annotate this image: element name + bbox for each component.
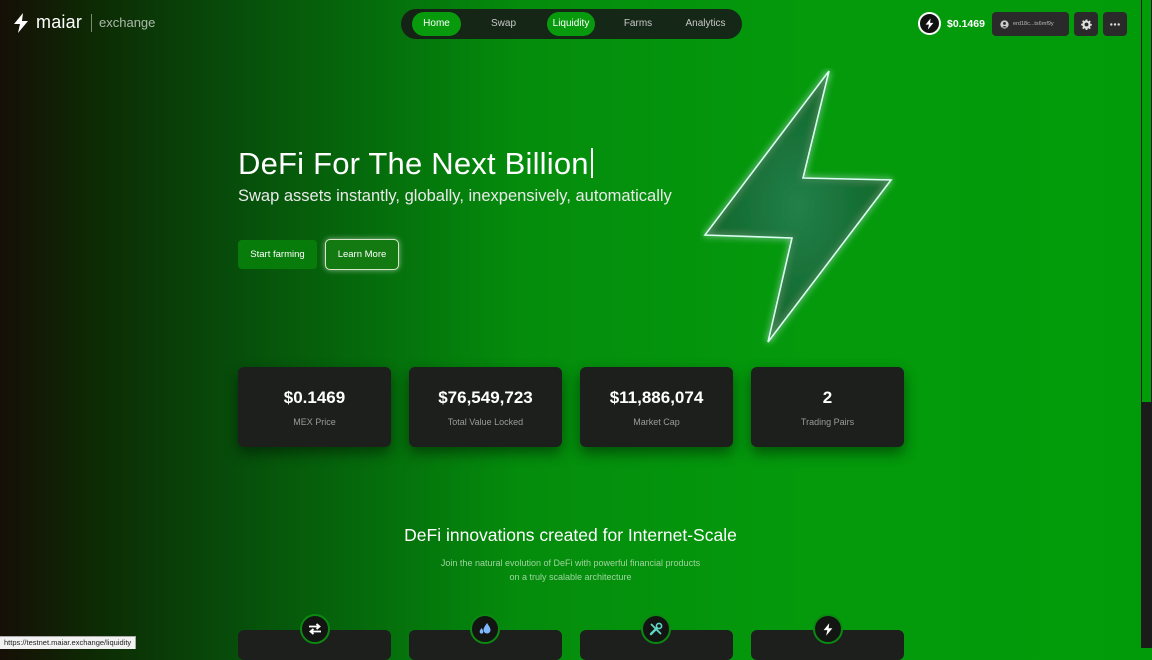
maiar-logo[interactable]: maiar exchange [13, 12, 155, 33]
stat-label: Market Cap [633, 417, 680, 427]
stat-label: Total Value Locked [447, 417, 524, 427]
hero-subtitle: Swap assets instantly, globally, inexpen… [238, 187, 672, 205]
hero-lightning-icon [703, 70, 893, 343]
stat-value: $11,886,074 [609, 388, 704, 407]
more-button[interactable] [1103, 12, 1127, 36]
stat-label: MEX Price [293, 417, 336, 427]
features-description: Join the natural evolution of DeFi with … [0, 556, 1141, 584]
liquidity-drop-icon [470, 614, 500, 644]
gear-icon [1080, 19, 1092, 30]
nav-analytics[interactable]: Analytics [679, 12, 732, 36]
user-icon [1000, 19, 1009, 29]
stat-card-total-value-locked: $76,549,723 Total Value Locked [409, 367, 562, 447]
stat-value: $0.1469 [283, 388, 346, 407]
bolt-icon [813, 614, 843, 644]
nav-swap[interactable]: Swap [480, 12, 527, 36]
features-description-line: Join the natural evolution of DeFi with … [440, 558, 701, 568]
start-farming-button[interactable]: Start farming [238, 240, 317, 269]
status-bar-url: https://testnet.maiar.exchange/liquidity [0, 636, 137, 649]
features-title: DeFi innovations created for Internet-Sc… [404, 525, 737, 545]
hero-title: DeFi For The Next Billion [238, 146, 593, 182]
mex-price-indicator[interactable]: $0.1469 [918, 12, 985, 35]
wallet-address: erd18c...ts6mf9y [1013, 21, 1054, 27]
nav-farms[interactable]: Farms [613, 12, 663, 36]
logo-text: maiar [36, 12, 83, 32]
stat-value: $76,549,723 [438, 388, 533, 407]
main-nav: Home Swap Liquidity Farms Analytics [401, 9, 742, 39]
tools-icon [641, 614, 671, 644]
stat-label: Trading Pairs [800, 417, 855, 427]
logo-divider [91, 13, 93, 32]
scrollbar-thumb[interactable] [1142, 0, 1151, 402]
learn-more-button[interactable]: Learn More [325, 239, 399, 270]
settings-button[interactable] [1074, 12, 1098, 36]
stat-card-mex-price: $0.1469 MEX Price [238, 367, 391, 447]
nav-home[interactable]: Home [412, 12, 461, 36]
typing-cursor [590, 148, 593, 178]
mex-token-icon [918, 12, 941, 35]
more-icon [1110, 22, 1120, 26]
stat-card-trading-pairs: 2 Trading Pairs [751, 367, 904, 447]
features-description-line: on a truly scalable architecture [509, 572, 632, 582]
swap-icon [300, 614, 330, 644]
logo-subtitle: exchange [99, 15, 156, 30]
page-scrollbar[interactable] [1141, 0, 1152, 648]
wallet-button[interactable]: erd18c...ts6mf9y [992, 12, 1069, 36]
stat-value: 2 [822, 388, 833, 407]
stat-card-market-cap: $11,886,074 Market Cap [580, 367, 733, 447]
nav-liquidity[interactable]: Liquidity [547, 12, 595, 36]
lightning-logo-icon [14, 12, 28, 33]
header-mex-price: $0.1469 [947, 17, 985, 30]
